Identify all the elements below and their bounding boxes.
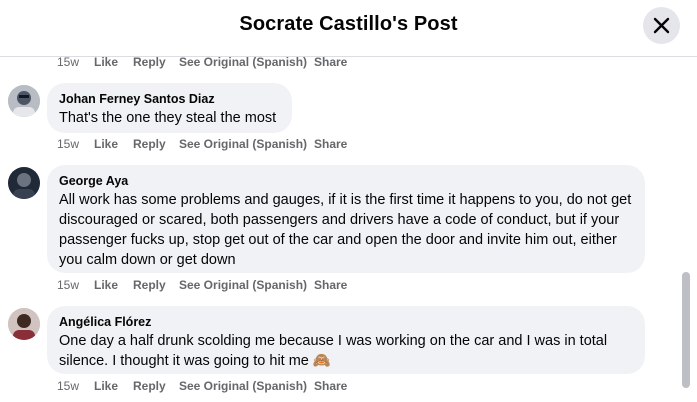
like-button[interactable]: Like xyxy=(94,379,118,393)
like-button[interactable]: Like xyxy=(94,137,118,151)
reply-button[interactable]: Reply xyxy=(133,137,166,151)
comment-text: All work has some problems and gauges, i… xyxy=(59,192,632,268)
comment-text: One day a half drunk scolding me because… xyxy=(59,333,608,369)
comment-author[interactable]: Angélica Flórez xyxy=(59,314,633,330)
comment-bubble: Angélica Flórez One day a half drunk sco… xyxy=(47,306,645,374)
see-original-button[interactable]: See Original (Spanish) xyxy=(179,55,307,69)
comment-bubble: George Aya All work has some problems an… xyxy=(47,165,645,273)
comment-text: That's the one they steal the most xyxy=(59,110,277,126)
page-title: Socrate Castillo's Post xyxy=(239,13,458,35)
reply-button[interactable]: Reply xyxy=(133,55,166,69)
reply-button[interactable]: Reply xyxy=(133,379,166,393)
see-original-button[interactable]: See Original (Spanish) xyxy=(179,137,307,151)
avatar[interactable] xyxy=(8,308,40,340)
like-button[interactable]: Like xyxy=(94,55,118,69)
share-button[interactable]: Share xyxy=(314,137,347,151)
see-original-button[interactable]: See Original (Spanish) xyxy=(179,278,307,292)
comment-timestamp[interactable]: 15w xyxy=(57,137,79,151)
share-button[interactable]: Share xyxy=(314,278,347,292)
comment-timestamp[interactable]: 15w xyxy=(57,55,79,69)
close-icon xyxy=(653,17,670,34)
comment-timestamp[interactable]: 15w xyxy=(57,278,79,292)
comment-author[interactable]: Johan Ferney Santos Diaz xyxy=(59,91,280,107)
modal-header: Socrate Castillo's Post xyxy=(0,0,697,57)
see-original-button[interactable]: See Original (Spanish) xyxy=(179,379,307,393)
close-button[interactable] xyxy=(643,7,680,44)
comment-timestamp[interactable]: 15w xyxy=(57,379,79,393)
share-button[interactable]: Share xyxy=(314,55,347,69)
comment-bubble: Johan Ferney Santos Diaz That's the one … xyxy=(47,83,292,133)
scrollbar-thumb[interactable] xyxy=(682,272,690,388)
reply-button[interactable]: Reply xyxy=(133,278,166,292)
share-button[interactable]: Share xyxy=(314,379,347,393)
comment-author[interactable]: George Aya xyxy=(59,173,633,189)
post-modal: Socrate Castillo's Post 15w Like Reply S… xyxy=(0,0,697,402)
like-button[interactable]: Like xyxy=(94,278,118,292)
avatar[interactable] xyxy=(8,85,40,117)
avatar[interactable] xyxy=(8,167,40,199)
